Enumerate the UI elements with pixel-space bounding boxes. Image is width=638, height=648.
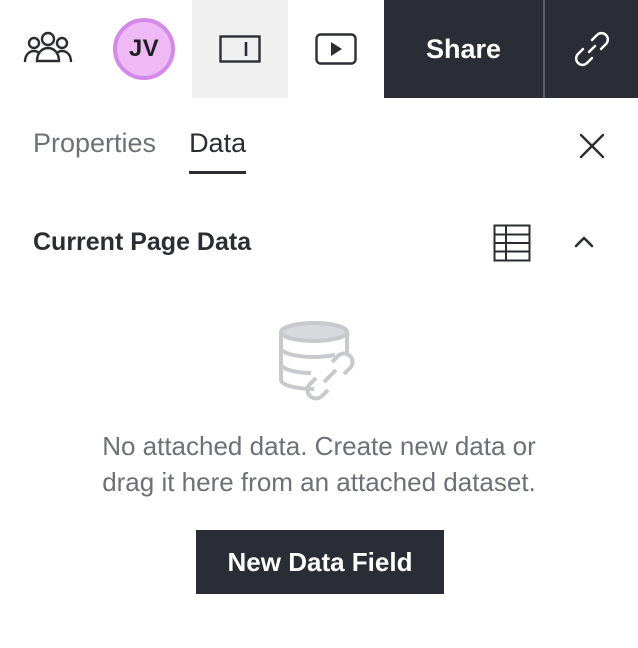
table-icon[interactable] bbox=[493, 224, 531, 262]
empty-state-message: No attached data. Create new data or dra… bbox=[0, 428, 638, 500]
collaborators-button[interactable] bbox=[0, 0, 96, 98]
copy-link-button[interactable] bbox=[545, 0, 638, 98]
present-icon bbox=[315, 33, 357, 65]
tab-properties[interactable]: Properties bbox=[33, 128, 156, 174]
link-icon bbox=[574, 32, 609, 66]
avatar: JV bbox=[113, 18, 175, 80]
share-button[interactable]: Share bbox=[384, 0, 543, 98]
empty-state-line-2: drag it here from an attached dataset. bbox=[102, 467, 536, 497]
toggle-panel-button[interactable] bbox=[192, 0, 288, 98]
chevron-up-icon[interactable] bbox=[570, 228, 598, 256]
section-title: Current Page Data bbox=[33, 228, 252, 256]
user-avatar-button[interactable]: JV bbox=[96, 0, 192, 98]
empty-state-line-1: No attached data. Create new data or bbox=[102, 431, 536, 461]
database-link-icon bbox=[279, 321, 355, 401]
panel-tabs: Properties Data bbox=[33, 128, 247, 174]
users-icon bbox=[23, 31, 73, 63]
sidebar-panel-icon bbox=[219, 35, 261, 63]
tab-data[interactable]: Data bbox=[189, 128, 247, 174]
new-data-field-button[interactable]: New Data Field bbox=[196, 530, 444, 594]
close-icon[interactable] bbox=[576, 130, 608, 162]
present-button[interactable] bbox=[288, 0, 384, 98]
